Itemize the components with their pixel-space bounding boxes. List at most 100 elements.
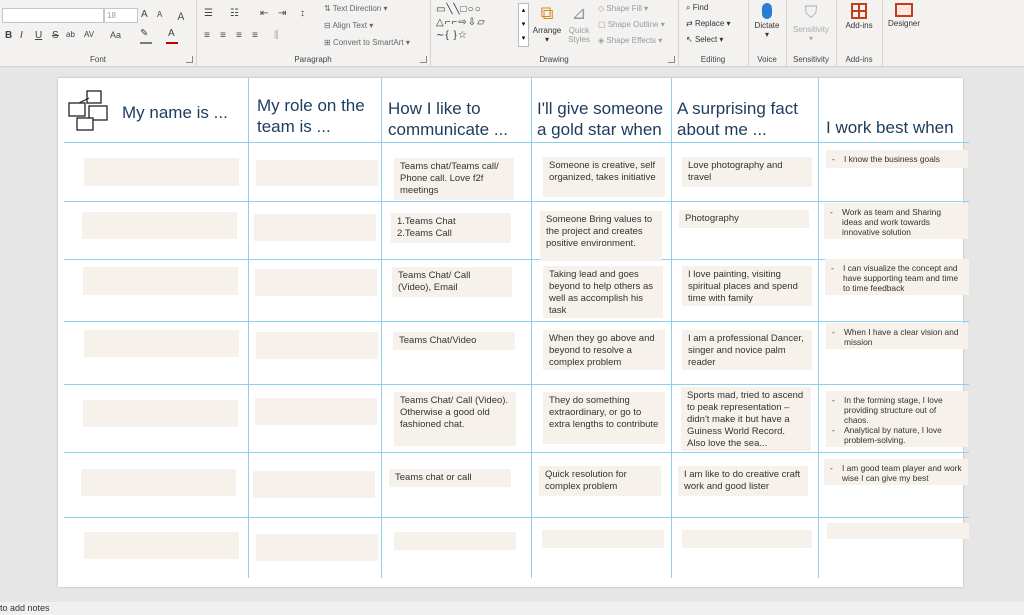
decrease-indent-icon[interactable]: ⇤ [260, 8, 268, 19]
shape-fill-button[interactable]: ◇ Shape Fill ▾ [598, 4, 648, 13]
case-button[interactable]: Aa [110, 30, 121, 40]
shapes-more-button[interactable]: ▴ ▾ ▾ [518, 3, 529, 47]
designer-button[interactable]: Designer [884, 3, 924, 28]
text-box-icon[interactable]: ▭ [436, 4, 446, 15]
oval-icon[interactable]: ○○ [468, 4, 482, 15]
communicate-cell[interactable]: 1.Teams Chat 2.Teams Call [391, 213, 511, 243]
font-color-icon[interactable]: A [168, 28, 175, 39]
gold-star-cell[interactable]: They do something extraordinary, or go t… [543, 392, 665, 444]
font-dialog-launcher[interactable] [186, 56, 193, 63]
find-button[interactable]: ⌕ Find [686, 3, 708, 13]
align-center-icon[interactable]: ≡ [220, 30, 226, 41]
line-spacing-icon[interactable]: ↕ [300, 8, 305, 19]
columns-icon[interactable]: ⫼ [274, 30, 279, 41]
connector-icon[interactable]: ⌐⌐ [445, 17, 459, 28]
italic-button[interactable]: I [20, 30, 23, 41]
replace-button[interactable]: ⇄ Replace ▾ [686, 19, 731, 28]
numbering-icon[interactable]: ☷ [230, 8, 239, 19]
shape-outline-button[interactable]: ▢ Shape Outline ▾ [598, 20, 665, 29]
justify-icon[interactable]: ≡ [252, 30, 258, 41]
shadow-button[interactable]: ab [66, 30, 75, 39]
line-icon[interactable]: ╲╲ [446, 4, 460, 15]
curve-icon[interactable]: ∼ [436, 30, 445, 41]
fact-cell[interactable]: Love photography and travel [682, 157, 812, 187]
addins-button[interactable]: Add-ins [838, 3, 880, 30]
work-best-cell[interactable]: -I can visualize the concept and have su… [825, 259, 969, 295]
arrow-right-icon[interactable]: ⇨ [458, 17, 467, 28]
work-best-cell[interactable]: - When I have a clear vision and mission [826, 323, 968, 349]
gold-star-cell[interactable] [542, 530, 664, 548]
convert-smartart-button[interactable]: ⊞ Convert to SmartArt ▾ [324, 38, 410, 47]
work-best-cell[interactable]: - In the forming stage, I love providing … [826, 391, 968, 447]
name-cell[interactable] [83, 267, 238, 295]
bullets-icon[interactable]: ☰ [204, 8, 213, 19]
role-cell[interactable] [256, 160, 378, 186]
role-cell[interactable] [255, 269, 377, 296]
shrink-font-icon[interactable]: A [157, 10, 162, 19]
triangle-icon[interactable]: △ [436, 17, 445, 28]
fact-cell[interactable]: I am a professional Dancer, singer and n… [682, 330, 812, 370]
communicate-cell[interactable]: Teams chat/Teams call/ Phone call. Love … [394, 158, 514, 200]
communicate-cell[interactable]: Teams chat or call [389, 469, 511, 487]
communicate-cell[interactable]: Teams Chat/ Call (Video), Email [392, 267, 512, 297]
notes-pane[interactable]: Click to add notes [0, 602, 1024, 615]
role-cell[interactable] [253, 471, 375, 498]
spacing-button[interactable]: AV [84, 30, 94, 39]
gold-star-cell[interactable]: Someone Bring values to the project and … [540, 211, 662, 261]
communicate-cell[interactable]: Teams Chat/ Call (Video). Otherwise a go… [394, 392, 516, 446]
font-size-box[interactable]: 18 [104, 8, 138, 23]
highlight-icon[interactable]: ✎ [140, 28, 148, 39]
dictate-button[interactable]: Dictate ▾ [750, 3, 784, 39]
grow-font-icon[interactable]: A [141, 9, 148, 20]
fact-cell[interactable]: I love painting, visiting spiritual plac… [682, 266, 812, 306]
role-cell[interactable] [254, 214, 376, 241]
fact-cell[interactable]: I am like to do creative craft work and … [678, 466, 808, 496]
name-cell[interactable] [84, 158, 239, 186]
name-cell[interactable] [83, 400, 238, 427]
work-best-cell[interactable]: -I know the business goals [826, 150, 968, 168]
name-cell[interactable] [82, 212, 237, 239]
name-cell[interactable] [84, 330, 239, 357]
gold-star-cell[interactable]: Quick resolution for complex problem [539, 466, 661, 496]
name-cell[interactable] [84, 532, 239, 559]
gold-star-cell[interactable]: Taking lead and goes beyond to help othe… [543, 266, 663, 318]
work-best-cell[interactable]: - Work as team and Sharing ideas and work… [824, 203, 968, 239]
role-cell[interactable] [256, 332, 378, 359]
communicate-cell[interactable] [394, 532, 516, 550]
align-text-button[interactable]: ⊟ Align Text ▾ [324, 21, 373, 30]
brace-icon[interactable]: { } [445, 30, 457, 41]
select-button[interactable]: ↖ Select ▾ [686, 35, 723, 44]
arrange-button[interactable]: ⧉ Arrange ▾ [532, 3, 562, 44]
text-direction-button[interactable]: ⇅ Text Direction ▾ [324, 4, 388, 13]
slide[interactable]: My name is ... My role on the team is ..… [58, 78, 969, 587]
callout-icon[interactable]: ▱ [477, 17, 486, 28]
arrow-down-icon[interactable]: ⇩ [468, 17, 477, 28]
sensitivity-button[interactable]: ⛉ Sensitivity ▾ [788, 3, 834, 43]
shape-effects-button[interactable]: ◈ Shape Effects ▾ [598, 36, 662, 45]
font-name-box[interactable] [2, 8, 104, 23]
bold-button[interactable]: B [5, 30, 12, 41]
quick-styles-button[interactable]: ⊿ Quick Styles [564, 3, 594, 44]
gold-star-cell[interactable]: When they go above and beyond to resolve… [543, 330, 665, 370]
clear-format-icon[interactable]: Ａ [176, 8, 186, 23]
role-cell[interactable] [256, 534, 378, 561]
align-right-icon[interactable]: ≡ [236, 30, 242, 41]
strike-button[interactable]: S [52, 30, 59, 41]
fact-cell[interactable]: Sports mad, tried to ascend to peak repr… [681, 387, 811, 451]
shapes-gallery[interactable]: ▭╲╲□○○ △⌐⌐⇨⇩▱ ∼{ }☆ [436, 3, 520, 45]
paragraph-dialog-launcher[interactable] [420, 56, 427, 63]
increase-indent-icon[interactable]: ⇥ [278, 8, 286, 19]
role-cell[interactable] [255, 398, 377, 425]
align-left-icon[interactable]: ≡ [204, 30, 210, 41]
rectangle-icon[interactable]: □ [461, 4, 468, 15]
gold-star-cell[interactable]: Someone is creative, self organized, tak… [543, 157, 665, 197]
star-icon[interactable]: ☆ [458, 30, 468, 41]
name-cell[interactable] [81, 469, 236, 496]
notes-placeholder[interactable]: Click to add notes [0, 603, 50, 613]
fact-cell[interactable] [682, 530, 812, 548]
communicate-cell[interactable]: Teams Chat/Video [393, 332, 515, 350]
underline-button[interactable]: U [35, 30, 42, 41]
work-best-cell[interactable]: -I am good team player and work wise I c… [824, 459, 968, 485]
fact-cell[interactable]: Photography [679, 210, 809, 228]
work-best-cell[interactable] [827, 523, 969, 539]
